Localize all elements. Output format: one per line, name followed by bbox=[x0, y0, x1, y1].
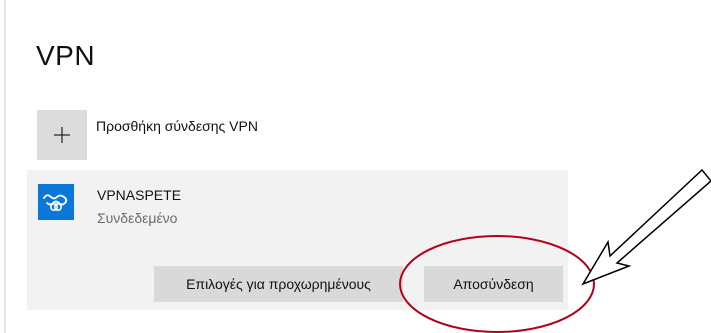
window-left-edge bbox=[4, 0, 6, 333]
add-vpn-label: Προσθήκη σύνδεσης VPN bbox=[96, 118, 258, 134]
add-vpn-tile[interactable] bbox=[37, 110, 87, 160]
add-vpn-connection[interactable]: Προσθήκη σύνδεσης VPN bbox=[37, 110, 597, 162]
advanced-options-button[interactable]: Επιλογές για προχωρημένους bbox=[154, 266, 403, 302]
vpn-connection-item[interactable]: VPNASPETE Συνδεδεμένο Επιλογές για προχω… bbox=[27, 170, 568, 310]
page-title: VPN bbox=[36, 40, 96, 71]
vpn-name: VPNASPETE bbox=[97, 187, 182, 203]
vpn-status: Συνδεδεμένο bbox=[97, 210, 178, 226]
disconnect-button[interactable]: Αποσύνδεση bbox=[424, 266, 563, 302]
plus-icon bbox=[54, 127, 70, 143]
pointer-arrow bbox=[581, 168, 711, 286]
vpn-link-icon bbox=[38, 184, 74, 220]
